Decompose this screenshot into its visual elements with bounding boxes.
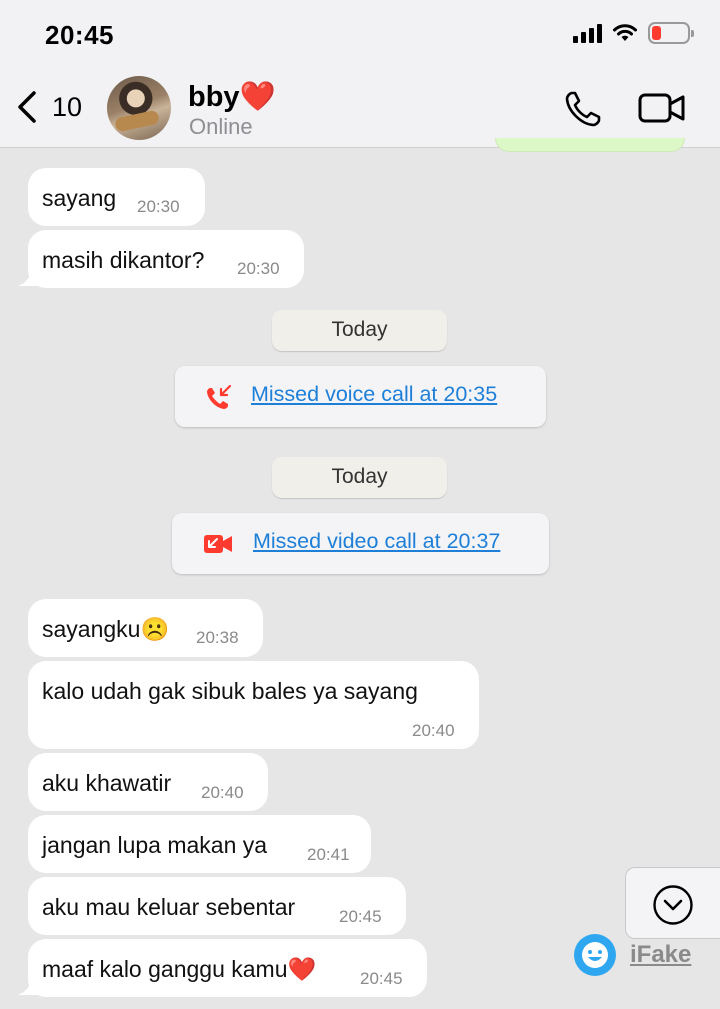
voice-call-button[interactable] bbox=[563, 89, 603, 134]
status-icons bbox=[573, 22, 694, 44]
message-text: sayangku☹️ bbox=[42, 616, 170, 642]
chat-header: 10 bby❤️ Online bbox=[0, 72, 720, 148]
wifi-icon bbox=[613, 24, 637, 41]
unread-count: 10 bbox=[52, 91, 83, 122]
back-button[interactable]: 10 bbox=[16, 90, 82, 124]
date-label: Today bbox=[331, 318, 388, 341]
message-text: sayang bbox=[42, 185, 117, 211]
status-bar: 20:45 bbox=[0, 0, 720, 72]
heart-emoji: ❤️ bbox=[239, 81, 276, 113]
chevron-left-icon bbox=[18, 91, 36, 123]
message-text: kalo udah gak sibuk bales ya sayang bbox=[42, 678, 418, 704]
missed-video-call-card[interactable]: Missed video call at 20:37 bbox=[172, 513, 549, 574]
message-bubble[interactable]: masih dikantor? 20:30 bbox=[28, 230, 304, 288]
chevron-down-circle-icon bbox=[653, 885, 693, 925]
message-bubble[interactable]: sayangku☹️ 20:38 bbox=[28, 599, 263, 657]
message-time: 20:40 bbox=[201, 783, 244, 802]
message-time: 20:41 bbox=[307, 845, 350, 864]
message-time: 20:40 bbox=[412, 721, 455, 740]
video-camera-icon bbox=[638, 93, 685, 123]
date-separator: Today bbox=[272, 310, 447, 351]
missed-call-icon bbox=[207, 385, 231, 409]
message-bubble[interactable]: jangan lupa makan ya 20:41 bbox=[28, 815, 371, 873]
contact-name[interactable]: bby❤️ bbox=[188, 80, 276, 114]
battery-icon bbox=[648, 22, 694, 44]
message-bubble[interactable]: sayang 20:30 bbox=[28, 168, 205, 226]
contact-status: Online bbox=[189, 114, 253, 139]
previous-sent-bubble bbox=[495, 138, 685, 152]
watermark: iFake bbox=[574, 934, 691, 976]
missed-video-icon bbox=[204, 535, 232, 553]
phone-icon bbox=[565, 91, 601, 127]
missed-voice-call-card[interactable]: Missed voice call at 20:35 bbox=[175, 366, 546, 427]
message-text: aku mau keluar sebentar bbox=[42, 894, 296, 920]
missed-video-call-link[interactable]: Missed video call at 20:37 bbox=[253, 529, 500, 554]
missed-voice-call-link[interactable]: Missed voice call at 20:35 bbox=[251, 382, 497, 407]
message-time: 20:45 bbox=[360, 969, 403, 988]
message-text: aku khawatir bbox=[42, 770, 172, 796]
date-separator: Today bbox=[272, 457, 447, 498]
message-bubble[interactable]: aku khawatir 20:40 bbox=[28, 753, 268, 811]
contact-avatar[interactable] bbox=[107, 76, 171, 140]
message-time: 20:38 bbox=[196, 628, 239, 647]
message-time: 20:45 bbox=[339, 907, 382, 926]
message-time: 20:30 bbox=[137, 197, 180, 216]
message-time: 20:30 bbox=[237, 259, 280, 278]
message-text: maaf kalo ganggu kamu❤️ bbox=[42, 956, 317, 982]
video-call-button[interactable] bbox=[638, 92, 686, 129]
status-time: 20:45 bbox=[45, 20, 114, 50]
date-label: Today bbox=[331, 465, 388, 488]
cellular-signal-icon bbox=[573, 23, 602, 43]
message-bubble[interactable]: kalo udah gak sibuk bales ya sayang 20:4… bbox=[28, 661, 479, 749]
smiley-logo-icon bbox=[574, 934, 616, 976]
watermark-brand: iFake bbox=[630, 941, 692, 968]
message-bubble[interactable]: maaf kalo ganggu kamu❤️ 20:45 bbox=[28, 939, 427, 997]
message-bubble[interactable]: aku mau keluar sebentar 20:45 bbox=[28, 877, 406, 935]
message-text: masih dikantor? bbox=[42, 247, 205, 273]
scroll-to-bottom-button[interactable] bbox=[625, 867, 720, 939]
contact-name-text: bby bbox=[188, 81, 240, 113]
message-text: jangan lupa makan ya bbox=[42, 832, 268, 858]
